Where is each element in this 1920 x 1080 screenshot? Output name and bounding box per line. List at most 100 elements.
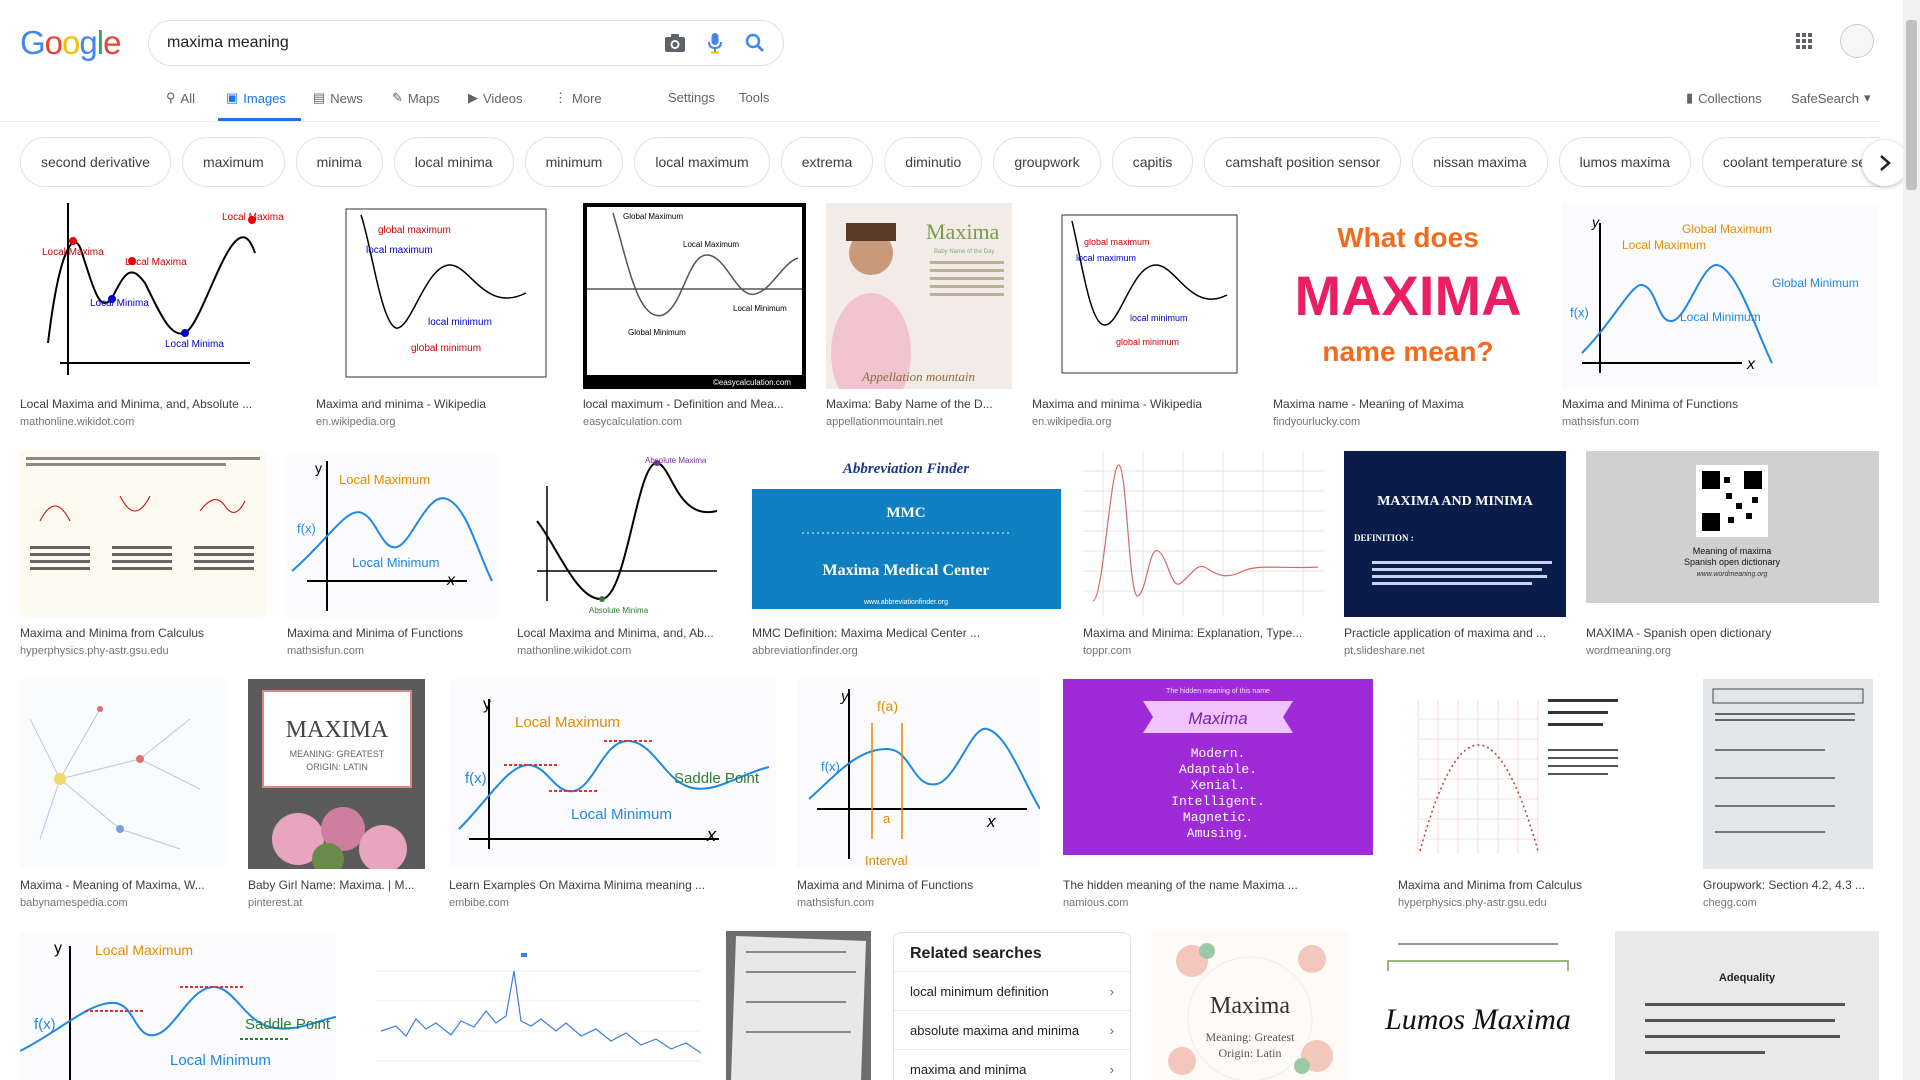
result-thumbnail[interactable]: Adequality	[1615, 931, 1879, 1080]
chip[interactable]: lumos maxima	[1558, 137, 1691, 187]
tab-videos[interactable]: ▶ Videos	[468, 90, 523, 106]
avatar[interactable]	[1840, 24, 1874, 58]
related-search-item[interactable]: maxima and minima ›	[894, 1049, 1130, 1080]
result-caption[interactable]: The hidden meaning of the name Maxima ..…	[1063, 878, 1373, 892]
result-caption[interactable]: Maxima and Minima of Functions	[287, 626, 497, 640]
result-caption[interactable]: Maxima name - Meaning of Maxima	[1273, 397, 1543, 411]
chip[interactable]: camshaft position sensor	[1204, 137, 1402, 187]
google-logo[interactable]: Google	[20, 24, 121, 62]
related-search-item[interactable]: absolute maxima and minima ›	[894, 1010, 1130, 1049]
result-caption[interactable]: Maxima and Minima of Functions	[1562, 397, 1879, 411]
result-caption[interactable]: MAXIMA - Spanish open dictionary	[1586, 626, 1879, 640]
result-thumbnail[interactable]	[1703, 679, 1873, 869]
result-caption[interactable]: Local Maxima and Minima, and, Absolute .…	[20, 397, 297, 411]
result-thumbnail[interactable]: Global Maximum Local Maximum Global Mini…	[583, 203, 806, 389]
search-input[interactable]: maxima meaning	[167, 34, 655, 52]
camera-icon[interactable]	[655, 33, 695, 53]
result-thumbnail[interactable]: The hidden meaning of this name Maxima M…	[1063, 679, 1373, 855]
result-thumbnail[interactable]	[20, 679, 225, 869]
tab-maps[interactable]: ✎ Maps	[392, 90, 440, 106]
result-source: appellationmountain.net	[826, 416, 943, 428]
result-thumbnail[interactable]: global maximum local maximum local minim…	[1032, 203, 1253, 389]
result-thumbnail[interactable]: MAXIMA MEANING: GREATEST ORIGIN: LATIN	[248, 679, 425, 869]
result-caption[interactable]: Groupwork: Section 4.2, 4.3 ...	[1703, 878, 1873, 892]
result-caption[interactable]: Maxima and Minima of Functions	[797, 878, 1040, 892]
image-text: y	[483, 696, 491, 713]
collections-link[interactable]: ▮ Collections	[1686, 90, 1762, 106]
image-text: Local Maxima	[125, 257, 187, 268]
result-thumbnail[interactable]	[1083, 451, 1324, 617]
result-thumbnail[interactable]: Maxima Meaning: Greatest Origin: Latin	[1152, 931, 1348, 1080]
chip[interactable]: groupwork	[993, 137, 1101, 187]
tab-news[interactable]: ▤ News	[313, 90, 363, 106]
result-thumbnail[interactable]: Lumos Maxima	[1368, 931, 1595, 1080]
result-caption[interactable]: Learn Examples On Maxima Minima meaning …	[449, 878, 776, 892]
search-box[interactable]: maxima meaning	[148, 20, 784, 66]
result-thumbnail[interactable]: Maxima Baby Name of the Day Appellation …	[826, 203, 1012, 389]
result-thumbnail[interactable]	[20, 451, 266, 617]
result-thumbnail[interactable]	[1398, 679, 1628, 869]
result-caption[interactable]: Baby Girl Name: Maxima. | M...	[248, 878, 425, 892]
chip[interactable]: minima	[295, 137, 383, 187]
result-thumbnail[interactable]: What does MAXIMA name mean?	[1273, 203, 1543, 389]
result-thumbnail[interactable]: Meaning of maxima Spanish open dictionar…	[1586, 451, 1879, 603]
result-thumbnail[interactable]: y x f(x) f(a) a Interval	[797, 679, 1040, 869]
tab-settings[interactable]: Settings	[668, 90, 715, 105]
image-text: x	[986, 812, 996, 831]
result-thumbnail[interactable]: y x f(x) Local Maximum Local Minimum	[287, 451, 497, 617]
image-text: Local Minima	[165, 339, 224, 350]
result-thumbnail[interactable]: Abbreviation Finder MMC Maxima Medical C…	[752, 451, 1061, 617]
result-source: hyperphysics.phy-astr.gsu.edu	[20, 645, 169, 657]
image-text: Local Minimum	[1680, 310, 1761, 324]
chip[interactable]: maximum	[181, 137, 285, 187]
image-text: local minimum	[1130, 313, 1188, 323]
result-source: namious.com	[1063, 897, 1129, 909]
tab-images[interactable]: ▣ Images	[226, 90, 286, 106]
result-caption[interactable]: Maxima and Minima from Calculus	[1398, 878, 1628, 892]
image-text: Global Maximum	[623, 212, 683, 221]
result-caption[interactable]: local maximum - Definition and Mea...	[583, 397, 806, 411]
tab-more[interactable]: ⋮ More	[554, 90, 602, 106]
image-text: Meaning of maxima	[1693, 546, 1772, 556]
result-thumbnail[interactable]: MAXIMA AND MINIMA DEFINITION :	[1344, 451, 1566, 617]
result-caption[interactable]: Practicle application of maxima and ...	[1344, 626, 1566, 640]
chip[interactable]: extrema	[780, 137, 874, 187]
chip[interactable]: minimum	[524, 137, 624, 187]
result-caption[interactable]: Maxima - Meaning of Maxima, W...	[20, 878, 225, 892]
chips-next-button[interactable]	[1862, 140, 1908, 186]
tab-all[interactable]: ⚲ All	[166, 90, 195, 106]
chip[interactable]: local minima	[393, 137, 514, 187]
page-scrollbar[interactable]	[1903, 0, 1920, 1080]
chip[interactable]: coolant temperature sensor	[1701, 137, 1880, 187]
apps-grid-icon[interactable]	[1795, 32, 1813, 55]
result-thumbnail[interactable]	[356, 931, 706, 1080]
related-search-item[interactable]: local minimum definition ›	[894, 971, 1130, 1010]
tab-tools[interactable]: Tools	[739, 90, 769, 105]
result-thumbnail[interactable]	[726, 931, 871, 1080]
chip[interactable]: second derivative	[20, 137, 171, 187]
microphone-icon[interactable]	[695, 32, 735, 54]
search-icon[interactable]	[735, 33, 775, 53]
scrollbar-thumb[interactable]	[1906, 20, 1917, 190]
result-thumbnail[interactable]: y x f(x) Local Maximum Local Minimum Sad…	[449, 679, 776, 869]
result-thumbnail[interactable]: Absolute Maxima Absolute Minima	[517, 451, 731, 617]
result-thumbnail[interactable]: y x f(x) Local Maximum Global Maximum Lo…	[1562, 203, 1879, 389]
chip[interactable]: capitis	[1111, 137, 1194, 187]
result-caption[interactable]: Maxima and Minima: Explanation, Type...	[1083, 626, 1324, 640]
image-text: MMC	[886, 505, 925, 521]
result-thumbnail[interactable]: y f(x) Local Maximum Local Minimum Saddl…	[20, 931, 336, 1080]
result-thumbnail[interactable]: Local Maxima Local Maxima Local Maxima L…	[20, 203, 297, 389]
tab-all-label: All	[180, 90, 195, 106]
result-caption[interactable]: Maxima: Baby Name of the D...	[826, 397, 1012, 411]
result-caption[interactable]: Maxima and minima - Wikipedia	[316, 397, 564, 411]
result-caption[interactable]: MMC Definition: Maxima Medical Center ..…	[752, 626, 1061, 640]
result-thumbnail[interactable]: global maximum local maximum local minim…	[316, 203, 564, 389]
chip[interactable]: nissan maxima	[1412, 137, 1548, 187]
result-caption[interactable]: Local Maxima and Minima, and, Ab...	[517, 626, 731, 640]
result-caption[interactable]: Maxima and Minima from Calculus	[20, 626, 266, 640]
safesearch-menu[interactable]: SafeSearch ▾	[1791, 90, 1870, 106]
result-caption[interactable]: Maxima and minima - Wikipedia	[1032, 397, 1253, 411]
chip[interactable]: diminutio	[884, 137, 983, 187]
image-text: local maximum	[366, 245, 433, 256]
chip[interactable]: local maximum	[634, 137, 770, 187]
